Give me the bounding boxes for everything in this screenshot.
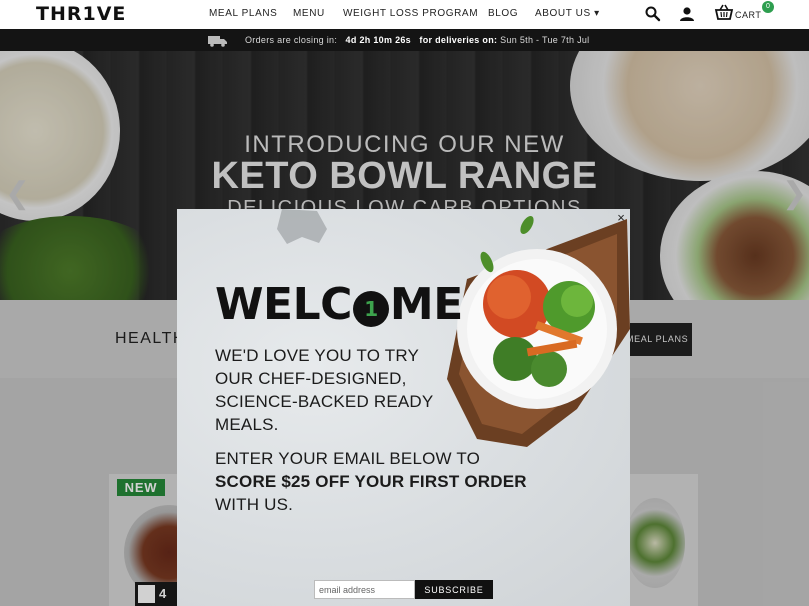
welcome-text-end: ME [389,279,463,330]
nav-menu[interactable]: MENU [293,8,325,19]
countdown-timer: 4d 2h 10m 26s [345,35,411,45]
nav-blog[interactable]: BLOG [488,8,518,19]
page: THR1VE MEAL PLANS MENU WEIGHT LOSS PROGR… [0,0,809,606]
offer-line-1: ENTER YOUR EMAIL BELOW TO [215,449,481,468]
countdown-prefix: Orders are closing in: [245,35,338,45]
delivery-dates: Sun 5th - Tue 7th Jul [500,35,590,45]
nav-about-us[interactable]: ABOUT US ▾ [535,8,600,19]
nav-weight-loss-program[interactable]: WEIGHT LOSS PROGRAM [343,8,478,19]
user-icon[interactable] [678,5,696,23]
cart-icon[interactable] [714,4,734,22]
close-icon[interactable]: × [615,211,627,224]
intro-text: WE'D LOVE YOU TO TRY OUR CHEF-DESIGNED, … [215,346,434,434]
offer-highlight: SCORE $25 OFF YOUR FIRST ORDER [215,472,527,491]
cart-count-badge: 0 [762,1,774,13]
subscribe-button[interactable]: SUBSCRIBE [415,580,493,599]
deliveries-label: for deliveries on: [419,35,498,45]
brand-mark-icon: 1 [352,291,389,327]
welcome-heading: WELC 1 ME [215,279,463,330]
delivery-countdown-text: Orders are closing in: 4d 2h 10m 26s for… [245,35,589,45]
site-header: THR1VE MEAL PLANS MENU WEIGHT LOSS PROGR… [0,0,809,29]
offer-text: ENTER YOUR EMAIL BELOW TO SCORE $25 OFF … [215,447,575,516]
delivery-bar: Orders are closing in: 4d 2h 10m 26s for… [0,29,809,51]
welcome-text-start: WELC [215,279,352,330]
truck-icon [208,34,228,47]
welcome-modal: × WELC 1 ME WE'D LOVE YOU TO TRY OUR CHEF-… [177,209,630,606]
offer-line-3: WITH US. [215,495,294,514]
nav-meal-plans[interactable]: MEAL PLANS [209,8,277,19]
search-icon[interactable] [644,5,662,23]
email-field[interactable] [314,580,415,599]
cart-label[interactable]: CART [735,10,761,20]
